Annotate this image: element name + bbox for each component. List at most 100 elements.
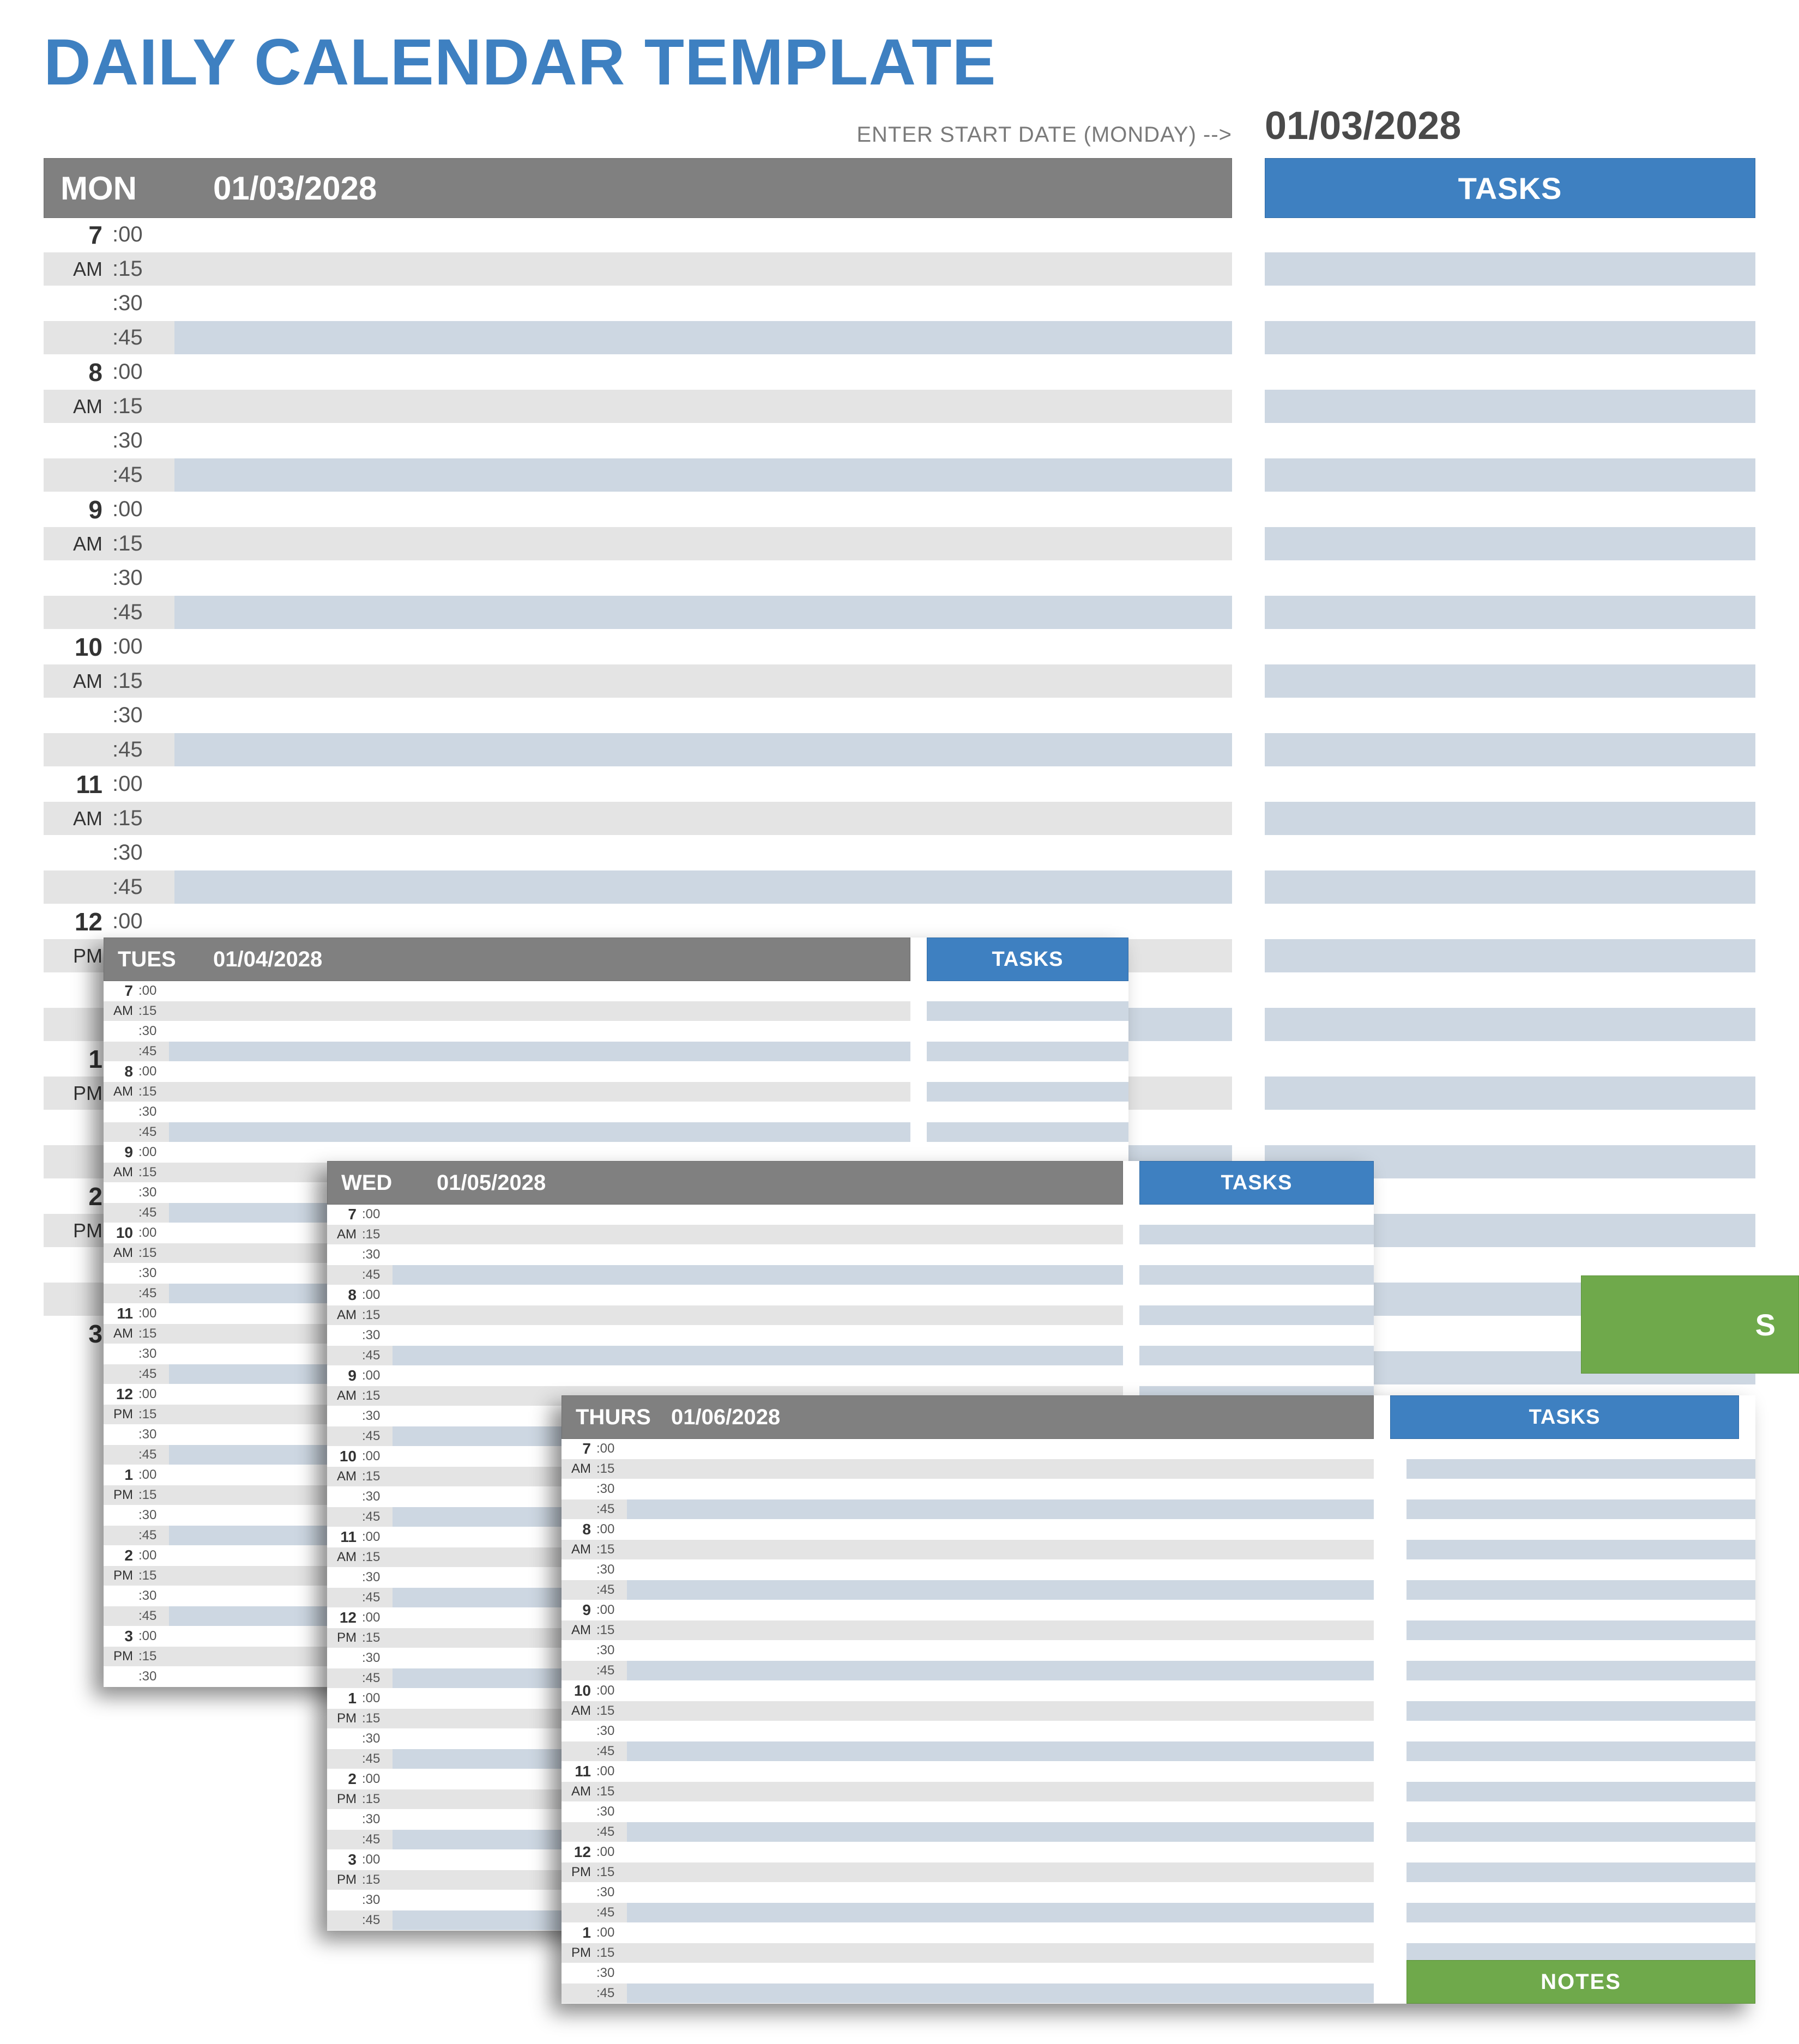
time-row[interactable]: :45 <box>327 1265 1123 1285</box>
time-row[interactable]: AM:15 <box>562 1701 1374 1721</box>
time-cell[interactable] <box>174 802 1232 835</box>
task-row[interactable] <box>1406 1923 1755 1943</box>
task-row[interactable] <box>927 1122 1128 1142</box>
time-row[interactable]: 12:00 <box>44 905 1232 939</box>
task-row[interactable] <box>1406 1661 1755 1681</box>
task-row[interactable] <box>1265 424 1755 458</box>
time-row[interactable]: 8:00 <box>44 355 1232 390</box>
task-row[interactable] <box>1139 1285 1374 1305</box>
time-cell[interactable] <box>393 1225 1123 1244</box>
time-cell[interactable] <box>169 1042 910 1061</box>
time-cell[interactable] <box>627 1661 1374 1680</box>
time-row[interactable]: AM:15 <box>104 1082 910 1102</box>
task-row[interactable] <box>1265 1111 1755 1145</box>
task-row[interactable] <box>1265 870 1755 905</box>
task-row[interactable] <box>1265 355 1755 390</box>
start-date-input[interactable]: 01/03/2028 <box>1265 104 1461 148</box>
time-cell[interactable] <box>169 981 910 1001</box>
time-cell[interactable] <box>174 561 1232 595</box>
time-row[interactable]: :45 <box>562 1499 1374 1520</box>
time-row[interactable]: 1:00 <box>562 1923 1374 1943</box>
time-row[interactable]: :45 <box>44 733 1232 767</box>
time-row[interactable]: AM:15 <box>562 1540 1374 1560</box>
time-row[interactable]: :45 <box>562 1822 1374 1842</box>
time-cell[interactable] <box>627 1540 1374 1559</box>
task-row[interactable] <box>1406 1762 1755 1782</box>
time-cell[interactable] <box>627 1560 1374 1580</box>
task-row[interactable] <box>1139 1245 1374 1265</box>
task-row[interactable] <box>1406 1479 1755 1499</box>
time-cell[interactable] <box>174 321 1232 354</box>
time-cell[interactable] <box>393 1285 1123 1305</box>
time-row[interactable]: :30 <box>44 699 1232 733</box>
task-row[interactable] <box>1139 1366 1374 1386</box>
time-row[interactable]: 12:00 <box>562 1842 1374 1862</box>
task-row[interactable] <box>1265 1077 1755 1111</box>
time-cell[interactable] <box>393 1346 1123 1365</box>
time-row[interactable]: :30 <box>327 1245 1123 1265</box>
time-cell[interactable] <box>174 355 1232 389</box>
time-row[interactable]: AM:15 <box>327 1305 1123 1326</box>
time-cell[interactable] <box>393 1245 1123 1265</box>
task-row[interactable] <box>1265 630 1755 664</box>
task-row[interactable] <box>1406 1842 1755 1862</box>
time-row[interactable]: AM:15 <box>44 527 1232 561</box>
time-row[interactable]: :45 <box>562 1741 1374 1762</box>
time-row[interactable]: :45 <box>44 596 1232 630</box>
time-row[interactable]: 9:00 <box>44 493 1232 527</box>
time-cell[interactable] <box>627 1459 1374 1479</box>
time-row[interactable]: :30 <box>562 1883 1374 1903</box>
time-row[interactable]: :45 <box>104 1042 910 1062</box>
tasks-list[interactable] <box>1406 1439 1755 2004</box>
time-row[interactable]: AM:15 <box>562 1620 1374 1641</box>
time-row[interactable]: :45 <box>562 1580 1374 1600</box>
time-row[interactable]: :30 <box>562 1641 1374 1661</box>
time-row[interactable]: :45 <box>562 1983 1374 2004</box>
time-row[interactable]: AM:15 <box>44 802 1232 836</box>
task-row[interactable] <box>927 1001 1128 1021</box>
time-cell[interactable] <box>627 1641 1374 1660</box>
time-row[interactable]: :30 <box>44 287 1232 321</box>
task-row[interactable] <box>1265 561 1755 596</box>
task-row[interactable] <box>1265 1008 1755 1042</box>
time-cell[interactable] <box>627 1741 1374 1761</box>
task-row[interactable] <box>1265 767 1755 802</box>
time-row[interactable]: :30 <box>44 561 1232 596</box>
time-row[interactable]: 7:00 <box>104 981 910 1001</box>
task-row[interactable] <box>1406 1782 1755 1802</box>
time-row[interactable]: PM:15 <box>562 1862 1374 1883</box>
time-row[interactable]: :45 <box>44 458 1232 493</box>
task-row[interactable] <box>927 1021 1128 1042</box>
task-row[interactable] <box>1139 1205 1374 1225</box>
time-row[interactable]: PM:15 <box>562 1943 1374 1963</box>
time-row[interactable]: AM:15 <box>104 1001 910 1021</box>
time-cell[interactable] <box>627 1983 1374 2003</box>
time-cell[interactable] <box>174 905 1232 938</box>
time-row[interactable]: 10:00 <box>562 1681 1374 1701</box>
time-row[interactable]: :45 <box>562 1661 1374 1681</box>
time-row[interactable]: :30 <box>562 1802 1374 1822</box>
task-row[interactable] <box>1265 252 1755 287</box>
time-row[interactable]: :30 <box>104 1021 910 1042</box>
time-cell[interactable] <box>627 1499 1374 1519</box>
time-cell[interactable] <box>393 1366 1123 1386</box>
time-grid[interactable]: 7:00AM:15:30:458:00AM:15:30:459:00AM:15:… <box>562 1439 1374 2004</box>
task-row[interactable] <box>1406 1701 1755 1721</box>
time-row[interactable]: 9:00 <box>562 1600 1374 1620</box>
task-row[interactable] <box>1265 287 1755 321</box>
task-row[interactable] <box>1139 1265 1374 1285</box>
task-row[interactable] <box>1139 1346 1374 1366</box>
time-cell[interactable] <box>393 1265 1123 1285</box>
time-row[interactable]: :30 <box>44 836 1232 870</box>
time-cell[interactable] <box>627 1943 1374 1963</box>
time-row[interactable]: :30 <box>562 1479 1374 1499</box>
time-cell[interactable] <box>627 1721 1374 1741</box>
time-cell[interactable] <box>169 1062 910 1081</box>
time-cell[interactable] <box>627 1862 1374 1882</box>
task-row[interactable] <box>927 981 1128 1001</box>
time-cell[interactable] <box>627 1580 1374 1600</box>
time-cell[interactable] <box>174 493 1232 526</box>
time-row[interactable]: 8:00 <box>104 1062 910 1082</box>
task-row[interactable] <box>1406 1620 1755 1641</box>
time-cell[interactable] <box>174 664 1232 698</box>
